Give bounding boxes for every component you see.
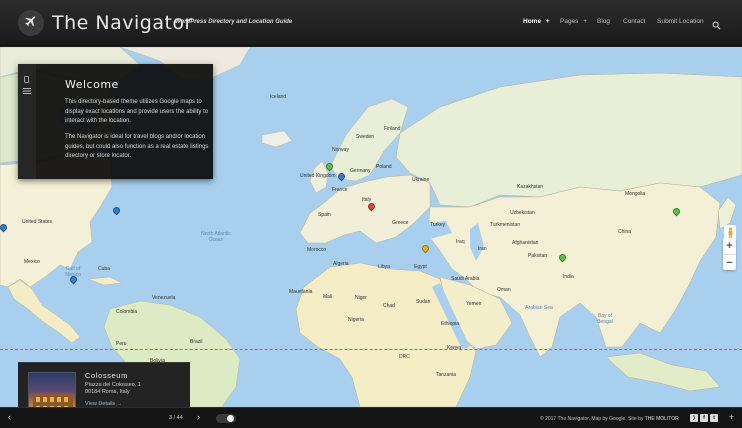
copyright-label: © 2017 The Navigator. Map by Google. Sit… — [540, 416, 644, 422]
map-label: Afghanistan — [512, 240, 539, 246]
nav-item-pages[interactable]: Pages + — [560, 18, 587, 25]
map-label: India — [563, 274, 574, 280]
location-card[interactable]: Colosseum Piazza del Colosseo, 1 00184 R… — [18, 362, 190, 420]
map-label: Iraq — [456, 239, 465, 245]
nav-label: Blog — [597, 18, 611, 25]
map-label: Cuba — [98, 266, 110, 272]
equator-line — [0, 349, 742, 350]
main-nav: Home + Pages + Blog Contact Submit Locat… — [0, 18, 742, 28]
location-address-line: Piazza del Colosseo, 1 — [85, 382, 141, 388]
nav-item-contact[interactable]: Contact — [623, 18, 645, 25]
welcome-title: Welcome — [65, 78, 119, 91]
map-label: France — [332, 187, 348, 193]
zoom-in-button[interactable]: + — [723, 238, 736, 254]
map-label: Sweden — [356, 134, 375, 140]
nav-label: Submit Location — [657, 18, 704, 25]
map-label: Ukraine — [412, 177, 430, 183]
map-label: United Kingdom — [300, 173, 336, 179]
map-label: Greece — [392, 220, 409, 226]
pegman-icon[interactable] — [724, 225, 736, 239]
map-label: Yemen — [466, 301, 482, 307]
welcome-side-strip — [18, 64, 36, 179]
map-label: Turkmenistan — [490, 222, 521, 228]
site-footer: ‹ 3 / 44 › © 2017 The Navigator. Map by … — [0, 407, 742, 428]
ocean-label: North Atlantic Ocean — [201, 231, 231, 243]
map-label: Turkey — [430, 222, 446, 228]
map-label: China — [618, 229, 632, 235]
rss-icon[interactable]: ) — [690, 414, 698, 422]
map-label: Morocco — [307, 247, 327, 253]
map-label: Pakistan — [528, 253, 548, 259]
map-label: Mexico — [24, 259, 40, 265]
map-label: Peru — [116, 341, 127, 347]
map-label: Kazakhstan — [517, 184, 544, 190]
nav-item-blog[interactable]: Blog — [597, 18, 610, 25]
twitter-icon[interactable]: t — [710, 414, 718, 422]
next-location-button[interactable]: › — [197, 412, 200, 422]
map-label: Niger — [355, 295, 367, 301]
copyright-text: © 2017 The Navigator. Map by Google. Sit… — [540, 416, 679, 422]
location-address-line: 00184 Roma, Italy — [85, 389, 130, 395]
map-label: Oman — [497, 287, 511, 293]
zoom-control: + − — [723, 238, 736, 270]
nav-label: Contact — [623, 18, 646, 25]
toggle-knob — [227, 415, 234, 422]
map-label: Iran — [478, 246, 487, 252]
zoom-out-button[interactable]: − — [723, 254, 736, 270]
welcome-paragraph: This directory-based theme utilizes Goog… — [65, 99, 209, 124]
nav-label: Pages — [560, 18, 579, 25]
menu-icon[interactable] — [23, 81, 31, 99]
credit-link[interactable]: THE MOLITOR — [645, 416, 679, 422]
map-label: Saudi Arabia — [451, 276, 480, 282]
nav-item-home[interactable]: Home + — [523, 18, 550, 25]
map-label: Kenya — [447, 345, 462, 351]
map-label: Libya — [378, 264, 390, 270]
welcome-paragraph: The Navigator is ideal for travel blogs … — [65, 134, 209, 159]
map-label: Tanzania — [436, 372, 457, 378]
page: The Navigator WordPress Directory and Lo… — [0, 0, 742, 428]
location-name[interactable]: Colosseum — [85, 371, 128, 380]
ocean-label: Bay of Bengal — [597, 313, 613, 325]
previous-location-button[interactable]: ‹ — [8, 412, 11, 422]
map-label: Finland — [384, 126, 401, 132]
site-header: The Navigator WordPress Directory and Lo… — [0, 0, 742, 46]
map-label: Chad — [383, 303, 395, 309]
map-label: Sudan — [416, 299, 431, 305]
map-label: Germany — [350, 168, 371, 174]
map-label: Spain — [318, 212, 331, 218]
map-label: DRC — [399, 354, 410, 360]
map-toggle-switch[interactable] — [216, 414, 236, 423]
expand-footer-button[interactable]: + — [729, 412, 734, 422]
map-label: Mauritania — [289, 289, 313, 295]
welcome-panel: Welcome This directory-based theme utili… — [18, 64, 213, 179]
map-label: Uzbekistan — [510, 210, 535, 216]
map-label: United States — [22, 219, 53, 225]
map-label: Iceland — [270, 94, 287, 100]
ocean-label: Arabian Sea — [525, 305, 553, 311]
map-label: Nigeria — [348, 317, 364, 323]
nav-expand: + — [583, 18, 588, 25]
map-label: Mali — [323, 294, 333, 300]
map-label: Algeria — [333, 261, 349, 267]
map-label: Venezuela — [152, 295, 176, 301]
location-counter: 3 / 44 — [169, 415, 183, 421]
search-icon[interactable] — [712, 17, 721, 30]
facebook-icon[interactable]: f — [700, 414, 708, 422]
map-label: Poland — [376, 164, 392, 170]
map-label: Mongolia — [625, 191, 646, 197]
map-label: Norway — [332, 147, 349, 153]
map-label: Ethiopia — [441, 321, 460, 327]
map-label: Brazil — [190, 339, 203, 345]
nav-label: Home — [523, 18, 542, 25]
nav-expand: + — [545, 18, 550, 25]
map-label: Colombia — [116, 309, 138, 315]
nav-item-submit-location[interactable]: Submit Location — [657, 18, 704, 25]
map-label: Egypt — [414, 264, 427, 270]
